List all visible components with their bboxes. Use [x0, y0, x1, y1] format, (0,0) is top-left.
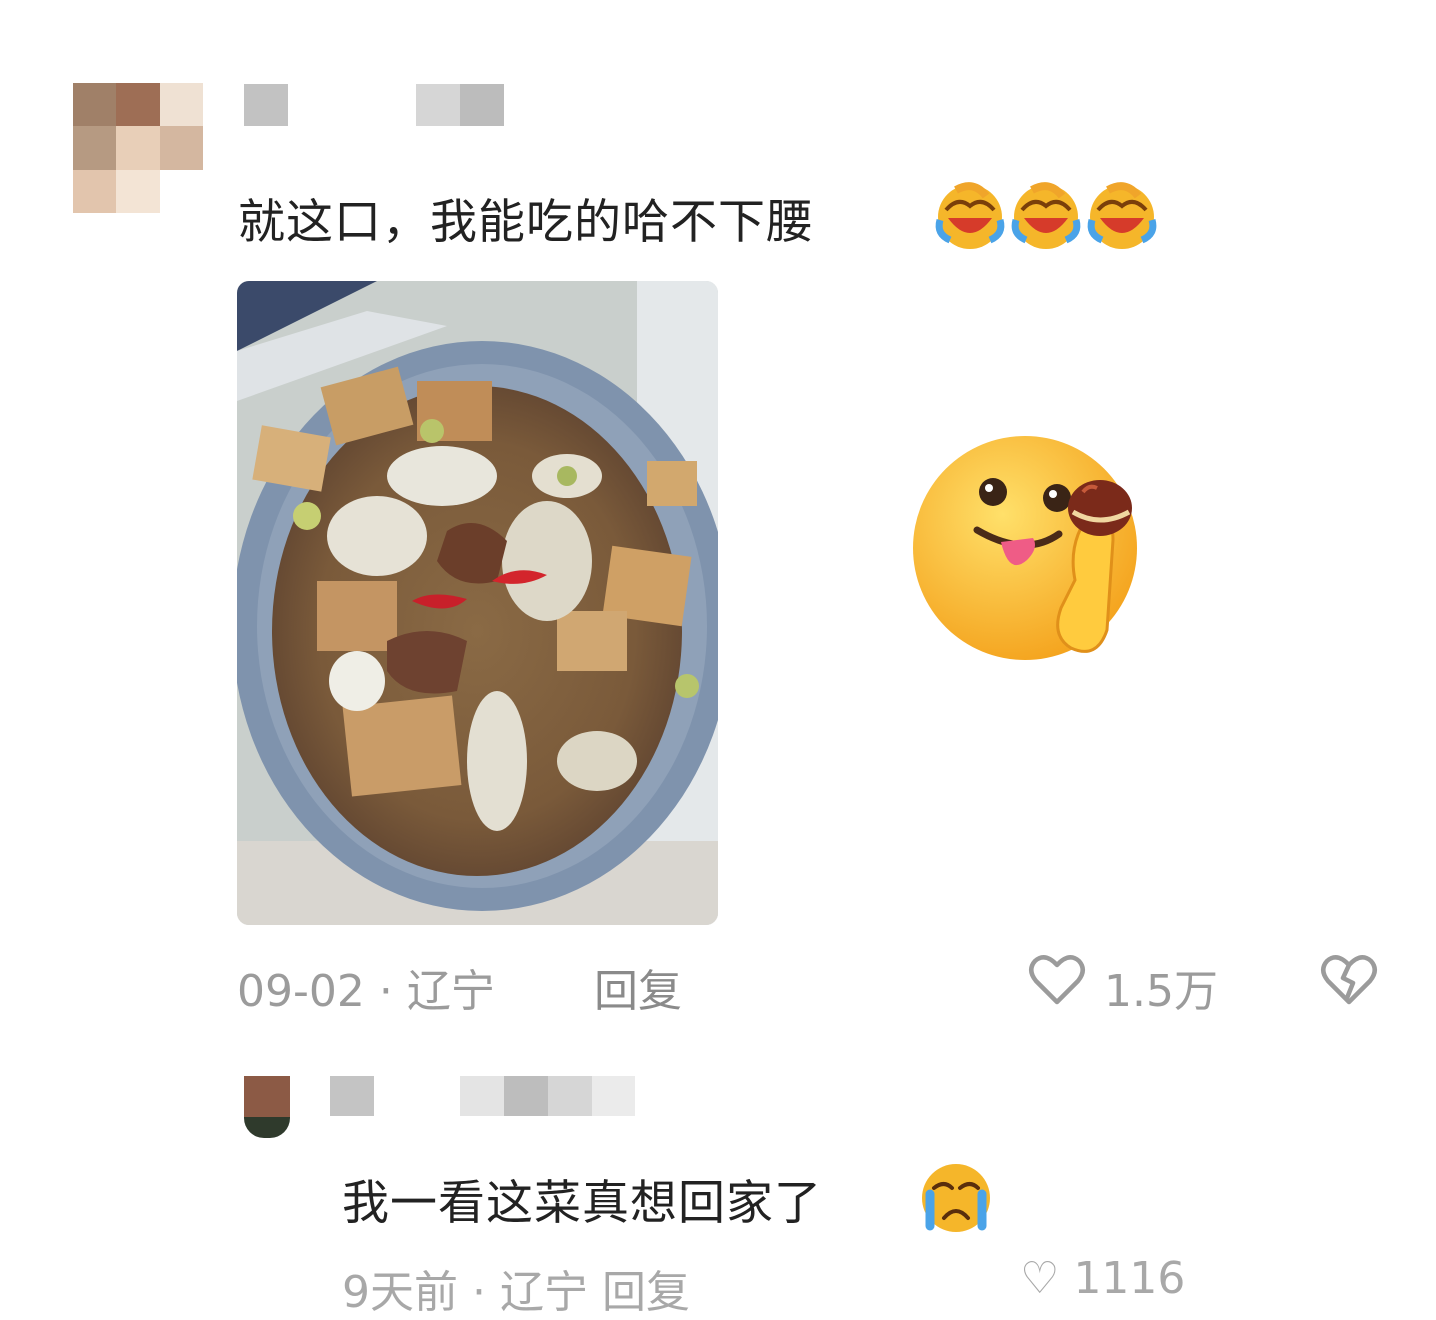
comment-food-photo[interactable]	[237, 281, 718, 925]
heart-outline-icon[interactable]: ♡	[1020, 1253, 1073, 1304]
reply-like-count: 1116	[1073, 1253, 1186, 1304]
commenter-avatar[interactable]	[73, 83, 203, 213]
commenter-username[interactable]	[244, 84, 504, 126]
heart-outline-icon[interactable]	[1027, 950, 1087, 1010]
reply-text: 我一看这菜真想回家了	[342, 1176, 822, 1231]
laughing-emoji-group	[934, 180, 1162, 256]
meta-separator: ·	[364, 966, 407, 1017]
replier-username[interactable]	[330, 1076, 635, 1116]
reply-button[interactable]: 回复	[594, 955, 682, 1019]
comment-date-location: 09-02 · 辽宁	[237, 955, 495, 1019]
reply-like-partial: ♡ 1116	[1020, 1253, 1185, 1304]
comment-text: 就这口，我能吃的哈不下腰	[238, 195, 814, 250]
crying-face-emoji-icon	[922, 1164, 990, 1232]
like-count: 1.5万	[1104, 966, 1218, 1017]
tongue-out-thumbs-up-sticker	[913, 436, 1137, 660]
comment-location: 辽宁	[406, 966, 495, 1017]
loudly-laughing-emoji-icon	[935, 182, 1005, 249]
reply-meta-partial: 9天前 · 辽宁 回复	[342, 1267, 690, 1318]
replier-avatar[interactable]	[244, 1076, 290, 1138]
loudly-laughing-emoji-icon	[1087, 182, 1157, 249]
broken-heart-icon[interactable]	[1318, 950, 1380, 1010]
loudly-laughing-emoji-icon	[1011, 182, 1081, 249]
comment-date: 09-02	[237, 966, 365, 1017]
